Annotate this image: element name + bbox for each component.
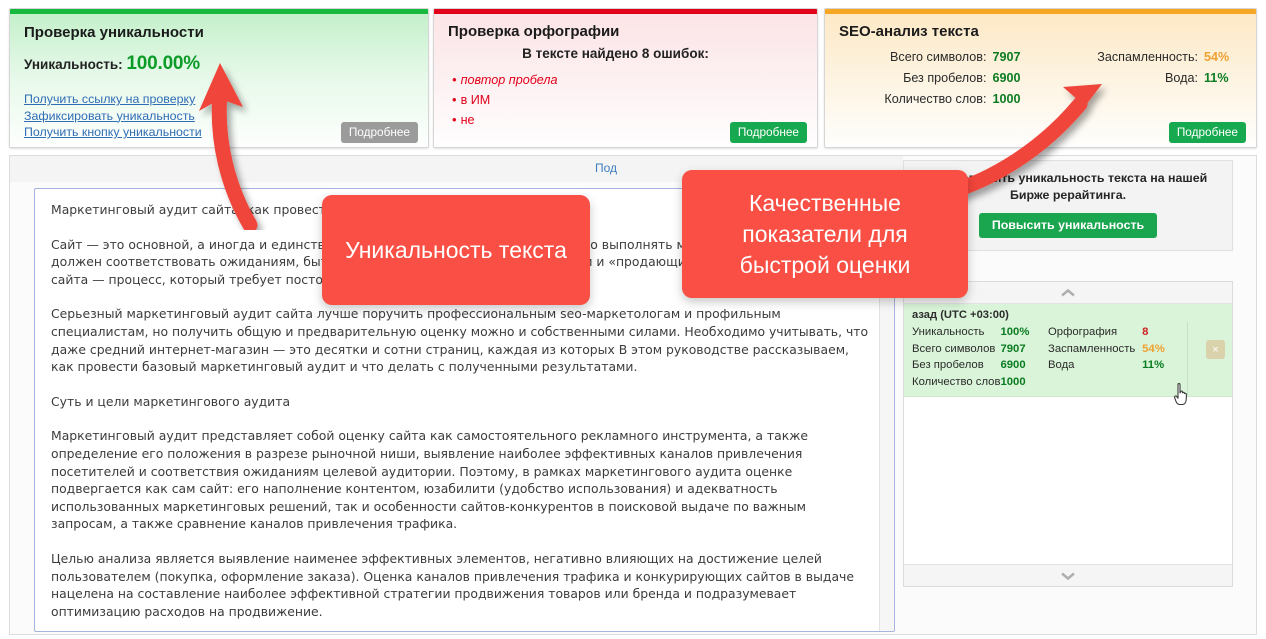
panel-seo-title: SEO-анализ текста bbox=[839, 23, 979, 40]
history-metric-label: Количество слов bbox=[912, 375, 1001, 388]
seo-metric-value: 7907 bbox=[992, 50, 1021, 64]
spelling-summary: В тексте найдено 8 ошибок: bbox=[522, 46, 709, 61]
editor-paragraph: Маркетинговый аудит представляет собой о… bbox=[51, 428, 809, 532]
editor-paragraph: Серьезный маркетинговый аудит сайта лучш… bbox=[51, 306, 869, 375]
panel-uniqueness-title: Проверка уникальности bbox=[24, 24, 204, 41]
uniqueness-metric: Уникальность: 100.00% bbox=[24, 53, 414, 75]
seo-metric-row: Вода: 11% bbox=[1055, 68, 1243, 89]
history-metric-value: 8 bbox=[1142, 326, 1149, 338]
seo-left-column: Всего символов: 7907 Без пробелов: 6900 … bbox=[843, 47, 1031, 110]
spelling-error-item: • повтор пробела bbox=[448, 70, 803, 90]
seo-metric-value: 1000 bbox=[992, 92, 1021, 106]
history-metric-value: 100% bbox=[1000, 326, 1030, 338]
history-metric-value: 1000 bbox=[1000, 375, 1026, 388]
chevron-down-icon bbox=[1061, 572, 1075, 580]
uniqueness-more-button[interactable]: Подробнее bbox=[340, 122, 418, 143]
bullet-icon: • bbox=[452, 112, 457, 127]
history-metric-label: Без пробелов bbox=[912, 359, 984, 371]
seo-metric-label: Всего символов: bbox=[890, 50, 987, 64]
seo-metric-label: Без пробелов: bbox=[903, 71, 987, 85]
history-metric-label: Заспамленность bbox=[1048, 342, 1136, 355]
history-col-labels-1: Уникальность Всего символов Без пробелов… bbox=[912, 324, 1000, 390]
bullet-icon: • bbox=[452, 92, 457, 107]
seo-metric-label: Заспамленность: bbox=[1097, 50, 1198, 64]
history-metric-label: Уникальность bbox=[912, 326, 985, 338]
seo-more-button[interactable]: Подробнее bbox=[1168, 122, 1246, 143]
seo-right-column: Заспамленность: 54% Вода: 11% bbox=[1055, 47, 1243, 110]
history-metric-label: Вода bbox=[1048, 359, 1075, 371]
spelling-more-button[interactable]: Подробнее bbox=[729, 122, 807, 143]
panel-spelling-title: Проверка орфографии bbox=[448, 23, 620, 40]
history-col-labels-2: Орфография Заспамленность Вода bbox=[1048, 324, 1142, 390]
history-row-timestamp: азад (UTC +03:00) bbox=[912, 309, 1009, 321]
seo-metric-label: Количество слов: bbox=[884, 92, 987, 106]
seo-metric-row: Заспамленность: 54% bbox=[1055, 47, 1243, 68]
spelling-error-text: в ИМ bbox=[460, 93, 491, 107]
history-col-values-1: 100% 7907 6900 1000 bbox=[1000, 324, 1048, 390]
history-metric-value: 7907 bbox=[1000, 342, 1026, 355]
panel-uniqueness: Проверка уникальности Уникальность: 100.… bbox=[9, 8, 429, 148]
toolbar-details-link[interactable]: Под bbox=[595, 161, 617, 175]
history-col-values-2: 8 54% 11% bbox=[1142, 324, 1186, 390]
panel-spelling: Проверка орфографии В тексте найдено 8 о… bbox=[433, 8, 818, 148]
improve-uniqueness-button[interactable]: Повысить уникальность bbox=[978, 213, 1158, 238]
history-row-close-icon[interactable]: × bbox=[1206, 340, 1225, 359]
chevron-up-icon bbox=[1061, 288, 1075, 296]
history-metric-value: 11% bbox=[1142, 359, 1165, 371]
summary-panels: Проверка уникальности Уникальность: 100.… bbox=[0, 0, 1266, 155]
history-row[interactable]: азад (UTC +03:00) Уникальность Всего сим… bbox=[904, 304, 1232, 397]
editor-paragraph: Целью анализа является выявление наимене… bbox=[51, 550, 854, 619]
seo-metric-row: Без пробелов: 6900 bbox=[843, 68, 1031, 89]
app-root: Проверка уникальности Уникальность: 100.… bbox=[0, 0, 1266, 639]
seo-metric-row: Количество слов: 1000 bbox=[843, 89, 1031, 110]
history-row-divider bbox=[1187, 322, 1188, 396]
history-metric-value: 6900 bbox=[1000, 359, 1026, 371]
spelling-error-text: повтор пробела bbox=[460, 73, 558, 87]
get-check-link[interactable]: Получить ссылку на проверку bbox=[24, 91, 414, 108]
history-box: азад (UTC +03:00) Уникальность Всего сим… bbox=[903, 281, 1233, 587]
history-scroll-down-button[interactable] bbox=[904, 564, 1232, 586]
uniqueness-value: 100.00% bbox=[126, 53, 200, 74]
editor-paragraph: Суть и цели маркетингового аудита bbox=[51, 393, 291, 409]
history-metric-label: Всего символов bbox=[912, 342, 996, 355]
seo-metric-value: 11% bbox=[1204, 71, 1229, 85]
annotation-callout-quality: Качественные показатели для быстрой оцен… bbox=[682, 170, 968, 298]
history-metric-label: Орфография bbox=[1048, 326, 1118, 338]
bullet-icon: • bbox=[452, 72, 457, 87]
spelling-error-item: • в ИМ bbox=[448, 90, 803, 110]
history-list: азад (UTC +03:00) Уникальность Всего сим… bbox=[904, 304, 1232, 564]
seo-metric-label: Вода: bbox=[1165, 71, 1198, 85]
panel-seo: SEO-анализ текста Всего символов: 7907 Б… bbox=[824, 8, 1257, 148]
seo-metric-value: 54% bbox=[1204, 50, 1230, 64]
seo-metric-value: 6900 bbox=[992, 71, 1021, 85]
uniqueness-label: Уникальность: bbox=[24, 57, 123, 72]
history-metric-value: 54% bbox=[1142, 342, 1165, 355]
annotation-callout-uniqueness: Уникальность текста bbox=[322, 195, 590, 305]
seo-metric-row: Всего символов: 7907 bbox=[843, 47, 1031, 68]
spelling-error-text: не bbox=[460, 113, 475, 127]
